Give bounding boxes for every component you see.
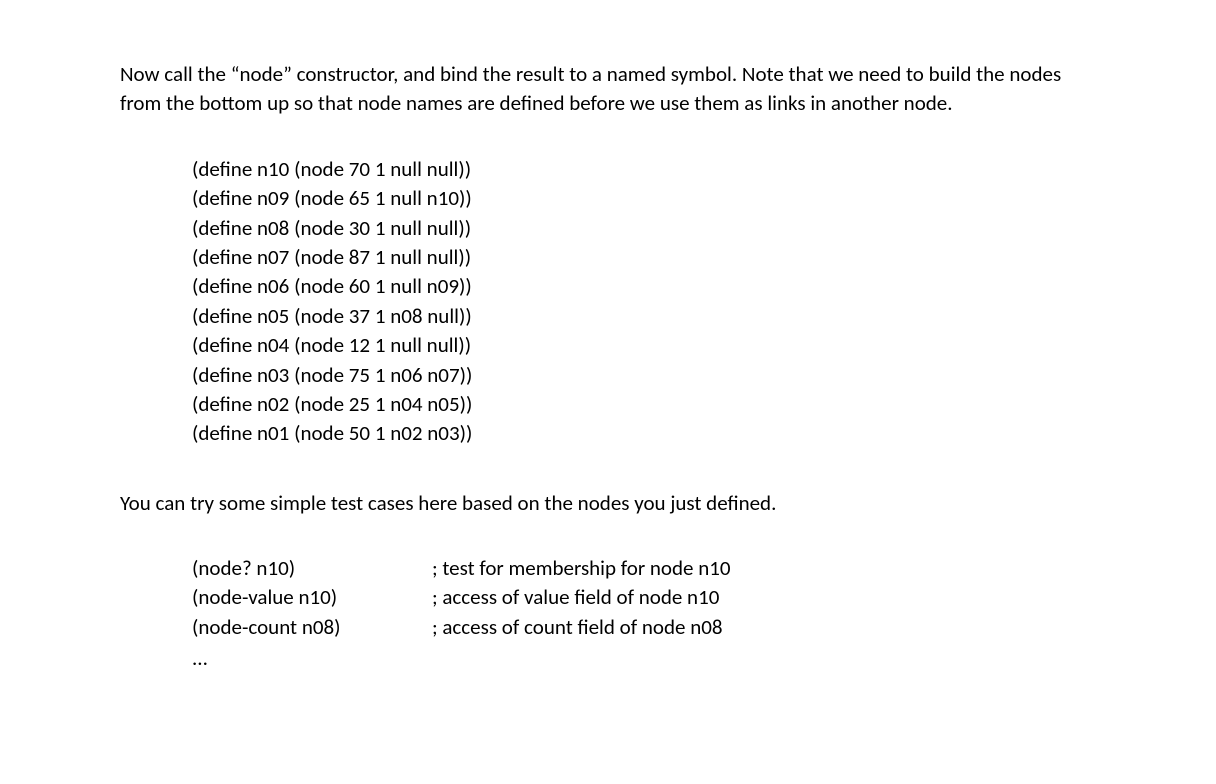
- test-call: (node-count n08): [192, 613, 432, 642]
- tests-intro-paragraph: You can try some simple test cases here …: [120, 489, 1096, 518]
- code-line: (define n05 (node 37 1 n08 null)): [192, 302, 1096, 331]
- code-line: (define n01 (node 50 1 n02 n03)): [192, 419, 1096, 448]
- test-comment: ; test for membership for node n10: [432, 554, 1096, 583]
- ellipsis: ...: [192, 644, 1096, 673]
- code-line: (define n08 (node 30 1 null null)): [192, 214, 1096, 243]
- test-comment: ; access of value field of node n10: [432, 583, 1096, 612]
- test-row: (node? n10) ; test for membership for no…: [192, 554, 1096, 583]
- code-line: (define n10 (node 70 1 null null)): [192, 155, 1096, 184]
- define-code-block: (define n10 (node 70 1 null null)) (defi…: [192, 155, 1096, 449]
- test-row: (node-count n08) ; access of count field…: [192, 613, 1096, 642]
- code-line: (define n02 (node 25 1 n04 n05)): [192, 390, 1096, 419]
- code-line: (define n09 (node 65 1 null n10)): [192, 184, 1096, 213]
- test-row: (node-value n10) ; access of value field…: [192, 583, 1096, 612]
- code-line: (define n07 (node 87 1 null null)): [192, 243, 1096, 272]
- document-page: Now call the “node” constructor, and bin…: [0, 0, 1216, 674]
- test-comment: ; access of count field of node n08: [432, 613, 1096, 642]
- intro-paragraph: Now call the “node” constructor, and bin…: [120, 60, 1096, 119]
- code-line: (define n06 (node 60 1 null n09)): [192, 272, 1096, 301]
- code-line: (define n04 (node 12 1 null null)): [192, 331, 1096, 360]
- code-line: (define n03 (node 75 1 n06 n07)): [192, 361, 1096, 390]
- test-cases-block: (node? n10) ; test for membership for no…: [192, 554, 1096, 674]
- test-call: (node? n10): [192, 554, 432, 583]
- test-call: (node-value n10): [192, 583, 432, 612]
